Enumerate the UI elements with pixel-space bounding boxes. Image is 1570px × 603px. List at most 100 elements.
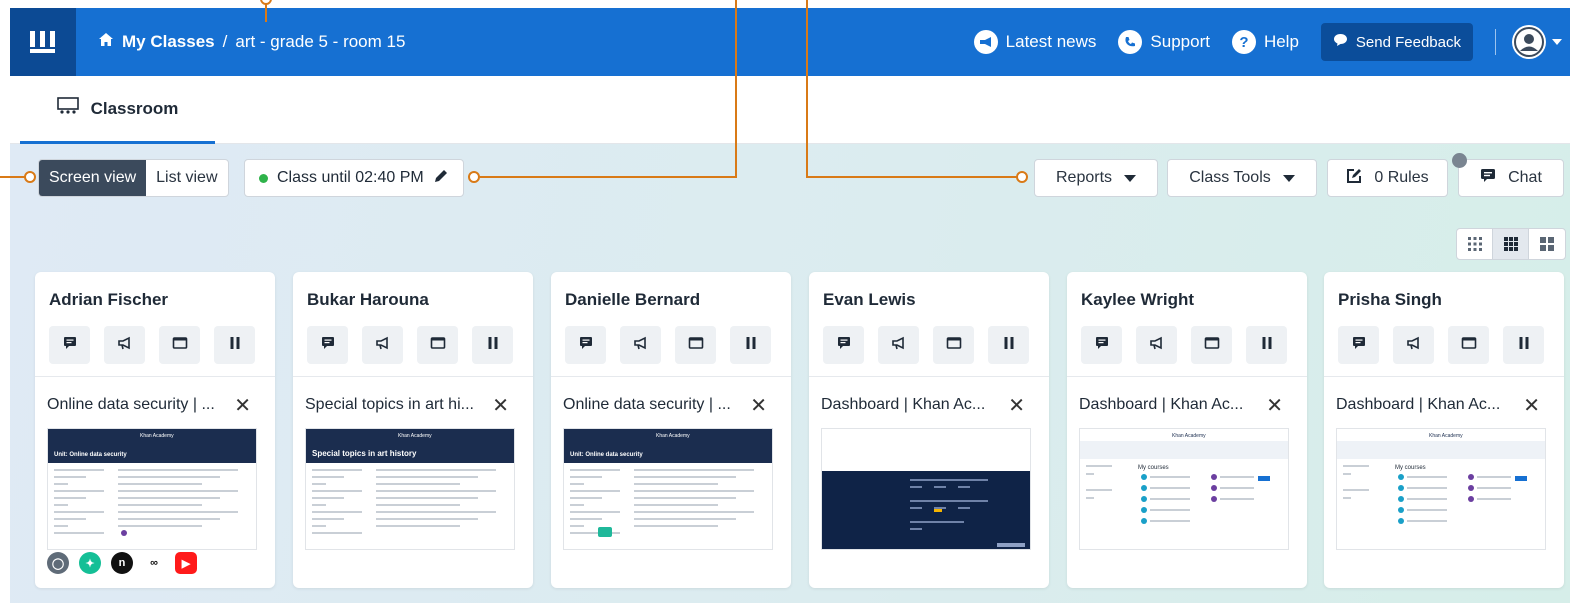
- send-announcement-button[interactable]: [878, 326, 919, 364]
- svg-text:Khan Academy: Khan Academy: [1429, 433, 1463, 439]
- send-announcement-button[interactable]: [362, 326, 403, 364]
- send-announcement-button[interactable]: [104, 326, 145, 364]
- screen-thumbnail[interactable]: Khan Academy Unit: Online data security: [563, 428, 773, 550]
- chat-button[interactable]: Chat: [1458, 159, 1564, 197]
- send-message-button[interactable]: [307, 326, 348, 364]
- breadcrumb: My Classes / art - grade 5 - room 15: [98, 32, 405, 52]
- message-icon: [1352, 336, 1366, 355]
- svg-text:My courses: My courses: [1138, 465, 1169, 471]
- send-message-button[interactable]: [823, 326, 864, 364]
- pause-icon: [1003, 336, 1015, 355]
- pause-screen-button[interactable]: [1503, 326, 1544, 364]
- send-announcement-button[interactable]: [1393, 326, 1434, 364]
- callout-dot-reports: [1016, 171, 1028, 183]
- screen-thumbnail[interactable]: Khan Academy Special topics in art histor…: [305, 428, 515, 550]
- breadcrumb-separator: /: [222, 32, 228, 51]
- student-card[interactable]: Kaylee Wright Dashboard | Khan Ac... ✕ Khan…: [1067, 272, 1307, 588]
- send-message-button[interactable]: [565, 326, 606, 364]
- pause-screen-button[interactable]: [1246, 326, 1287, 364]
- open-tab-button[interactable]: [1191, 326, 1232, 364]
- class-tools-label: Class Tools: [1189, 169, 1271, 186]
- svg-text:Unit: Online data security: Unit: Online data security: [54, 452, 127, 458]
- latest-news-link[interactable]: Latest news: [973, 30, 1096, 54]
- class-timer-button[interactable]: Class until 02:40 PM: [244, 159, 464, 197]
- student-card[interactable]: Evan Lewis Dashboard | Khan Ac... ✕: [809, 272, 1049, 588]
- breadcrumb-my-classes[interactable]: My Classes: [122, 32, 215, 52]
- card-divider: [809, 376, 1049, 377]
- close-tab-icon[interactable]: ✕: [1523, 393, 1540, 418]
- card-divider: [293, 376, 533, 377]
- close-tab-icon[interactable]: ✕: [750, 393, 767, 418]
- screen-view-button[interactable]: Screen view: [39, 160, 147, 196]
- send-announcement-button[interactable]: [1136, 326, 1177, 364]
- support-link[interactable]: Support: [1118, 30, 1210, 54]
- screen-thumbnail[interactable]: [821, 428, 1031, 550]
- send-message-button[interactable]: [1081, 326, 1122, 364]
- grid-large-icon[interactable]: [1529, 229, 1565, 259]
- pause-screen-button[interactable]: [988, 326, 1029, 364]
- chevron-down-icon[interactable]: [1552, 39, 1562, 45]
- reports-dropdown[interactable]: Reports: [1034, 159, 1158, 197]
- student-name: Danielle Bernard: [565, 290, 701, 309]
- open-tab-button[interactable]: [675, 326, 716, 364]
- screen-thumbnail[interactable]: Khan Academy My courses: [1079, 428, 1289, 550]
- open-tab-button[interactable]: [933, 326, 974, 364]
- class-tools-dropdown[interactable]: Class Tools: [1167, 159, 1317, 197]
- send-message-button[interactable]: [1338, 326, 1379, 364]
- close-tab-icon[interactable]: ✕: [1008, 393, 1025, 418]
- student-card[interactable]: Bukar Harouna Special topics in art hi...…: [293, 272, 533, 588]
- chrome-icon: ◯: [47, 552, 69, 574]
- edit-square-icon: [1346, 168, 1362, 189]
- card-divider: [35, 376, 275, 377]
- callout-line-viewtoggle: [0, 176, 26, 178]
- card-divider: [1067, 376, 1307, 377]
- status-dot: [259, 173, 268, 183]
- screen-thumbnail[interactable]: Khan Academy My courses: [1336, 428, 1546, 550]
- list-view-button[interactable]: List view: [146, 160, 227, 196]
- send-message-button[interactable]: [49, 326, 90, 364]
- pause-screen-button[interactable]: [472, 326, 513, 364]
- close-tab-icon[interactable]: ✕: [234, 393, 251, 418]
- youtube-icon: ▶: [175, 552, 197, 574]
- message-icon: [579, 336, 593, 355]
- tab-classroom[interactable]: Classroom: [20, 76, 215, 144]
- open-tab-button[interactable]: [1448, 326, 1489, 364]
- callout-dot-viewtoggle: [24, 171, 36, 183]
- send-announcement-button[interactable]: [620, 326, 661, 364]
- announce-icon: [117, 336, 133, 355]
- send-feedback-label: Send Feedback: [1355, 33, 1461, 51]
- svg-text:Khan Academy: Khan Academy: [140, 433, 174, 439]
- student-card[interactable]: Danielle Bernard Online data security | .…: [551, 272, 791, 588]
- message-icon: [63, 336, 77, 355]
- send-feedback-button[interactable]: Send Feedback: [1320, 23, 1473, 61]
- callout-line-reports-h: [806, 176, 1018, 178]
- open-tab-button[interactable]: [417, 326, 458, 364]
- pause-screen-button[interactable]: [730, 326, 771, 364]
- khan-academy-icon: ✦: [79, 552, 101, 574]
- student-card[interactable]: Adrian Fischer Online data security | ...…: [35, 272, 275, 588]
- user-avatar-icon[interactable]: [1512, 25, 1546, 59]
- rules-button[interactable]: 0 Rules: [1327, 159, 1448, 197]
- abc-icon: ∞: [143, 552, 165, 574]
- svg-text:Khan Academy: Khan Academy: [656, 433, 690, 439]
- student-name: Kaylee Wright: [1081, 290, 1195, 309]
- classroom-workspace: Screen view List view Class until 02:40 …: [10, 144, 1570, 603]
- announce-icon: [1149, 336, 1165, 355]
- callout-line-classtimer: [735, 0, 737, 178]
- screen-thumbnail[interactable]: Khan Academy Unit: Online data security: [47, 428, 257, 550]
- grid-small-icon[interactable]: [1457, 229, 1493, 259]
- home-icon[interactable]: [98, 32, 114, 52]
- lightspeed-logo-icon[interactable]: [10, 8, 76, 76]
- chat-unread-indicator: [1452, 153, 1467, 168]
- tab-classroom-label: Classroom: [90, 98, 179, 118]
- close-tab-icon[interactable]: ✕: [492, 393, 509, 418]
- close-tab-icon[interactable]: ✕: [1266, 393, 1283, 418]
- open-tab-button[interactable]: [159, 326, 200, 364]
- help-link[interactable]: ? Help: [1231, 30, 1299, 54]
- student-card[interactable]: Prisha Singh Dashboard | Khan Ac... ✕ Khan …: [1324, 272, 1564, 588]
- card-divider: [1324, 376, 1564, 377]
- pause-screen-button[interactable]: [214, 326, 255, 364]
- grid-medium-icon[interactable]: [1493, 229, 1529, 259]
- reports-label: Reports: [1055, 169, 1113, 186]
- chat-label: Chat: [1508, 169, 1542, 186]
